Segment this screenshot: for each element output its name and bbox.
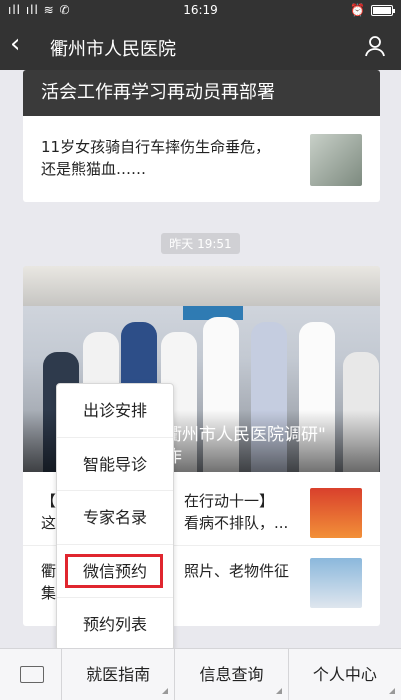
article-title-line1: 在行动十一】 [184, 492, 275, 510]
tab-label: 个人中心 [312, 665, 377, 684]
tab-label: 就医指南 [86, 665, 151, 684]
timestamp-label: 昨天 19:51 [161, 233, 240, 254]
article-title-prefix: 集 [41, 584, 57, 602]
tab-label: 信息查询 [199, 665, 264, 684]
submenu-indicator-icon [275, 688, 282, 694]
bottom-menu-bar: 就医指南 信息查询 个人中心 [0, 648, 401, 700]
article-title-line2: 还是熊猫血…… [41, 160, 147, 178]
page-title: 衢州市人民医院 [50, 39, 176, 60]
highlight-box [65, 553, 163, 589]
article-banner[interactable]: 活会工作再学习再动员再部署 [23, 70, 380, 116]
status-time: 16:19 [183, 3, 218, 17]
submenu-indicator-icon [388, 688, 395, 694]
alarm-icon: ⏰ [350, 3, 365, 17]
article-card-1[interactable]: 活会工作再学习再动员再部署 11岁女孩骑自行车摔伤生命垂危， 还是熊猫血…… [23, 70, 380, 202]
article-item[interactable]: 11岁女孩骑自行车摔伤生命垂危， 还是熊猫血…… [23, 116, 380, 202]
tab-medical-guide[interactable]: 就医指南 [62, 649, 176, 700]
battery-icon [371, 4, 395, 16]
person-icon[interactable] [363, 34, 387, 58]
article-title[interactable]: 11岁女孩骑自行车摔伤生命垂危， 还是熊猫血…… [41, 136, 311, 180]
article-thumbnail[interactable] [310, 134, 362, 186]
menu-item-booking-list[interactable]: 预约列表 [57, 598, 173, 652]
nav-bar: ‹ 衢州市人民医院 [0, 22, 401, 70]
status-bar: ıll ıll ≋ ✆ 16:19 ⏰ [0, 0, 401, 22]
photo-caption-line1: 衢州市人民医院调研" [165, 425, 326, 445]
tab-info-query[interactable]: 信息查询 [175, 649, 289, 700]
article-title-prefix: 这 [41, 514, 57, 532]
menu-item-wechat-booking[interactable]: 微信预约 [57, 545, 173, 599]
article-title-line1: 11岁女孩骑自行车摔伤生命垂危， [41, 138, 271, 156]
menu-item-expert-list[interactable]: 专家名录 [57, 491, 173, 545]
timestamp: 昨天 19:51 [0, 233, 401, 254]
menu-item-smart-guide[interactable]: 智能导诊 [57, 438, 173, 492]
menu-popup: 出诊安排 智能导诊 专家名录 微信预约 预约列表 [56, 383, 174, 651]
submenu-indicator-icon [162, 688, 169, 694]
article-title-prefix: 衢 [41, 562, 57, 580]
tab-personal-center[interactable]: 个人中心 [289, 649, 401, 700]
article-title-line1: 照片、老物件征 [184, 562, 290, 580]
article-thumbnail[interactable] [310, 488, 362, 538]
article-thumbnail[interactable] [310, 558, 362, 608]
back-icon[interactable]: ‹ [10, 31, 20, 57]
article-title-prefix: 【 [41, 492, 57, 510]
menu-item-schedule[interactable]: 出诊安排 [57, 384, 173, 438]
article-title-line2: 看病不排队，... [184, 514, 289, 532]
keyboard-icon [20, 666, 44, 683]
keyboard-toggle-button[interactable] [0, 649, 62, 700]
